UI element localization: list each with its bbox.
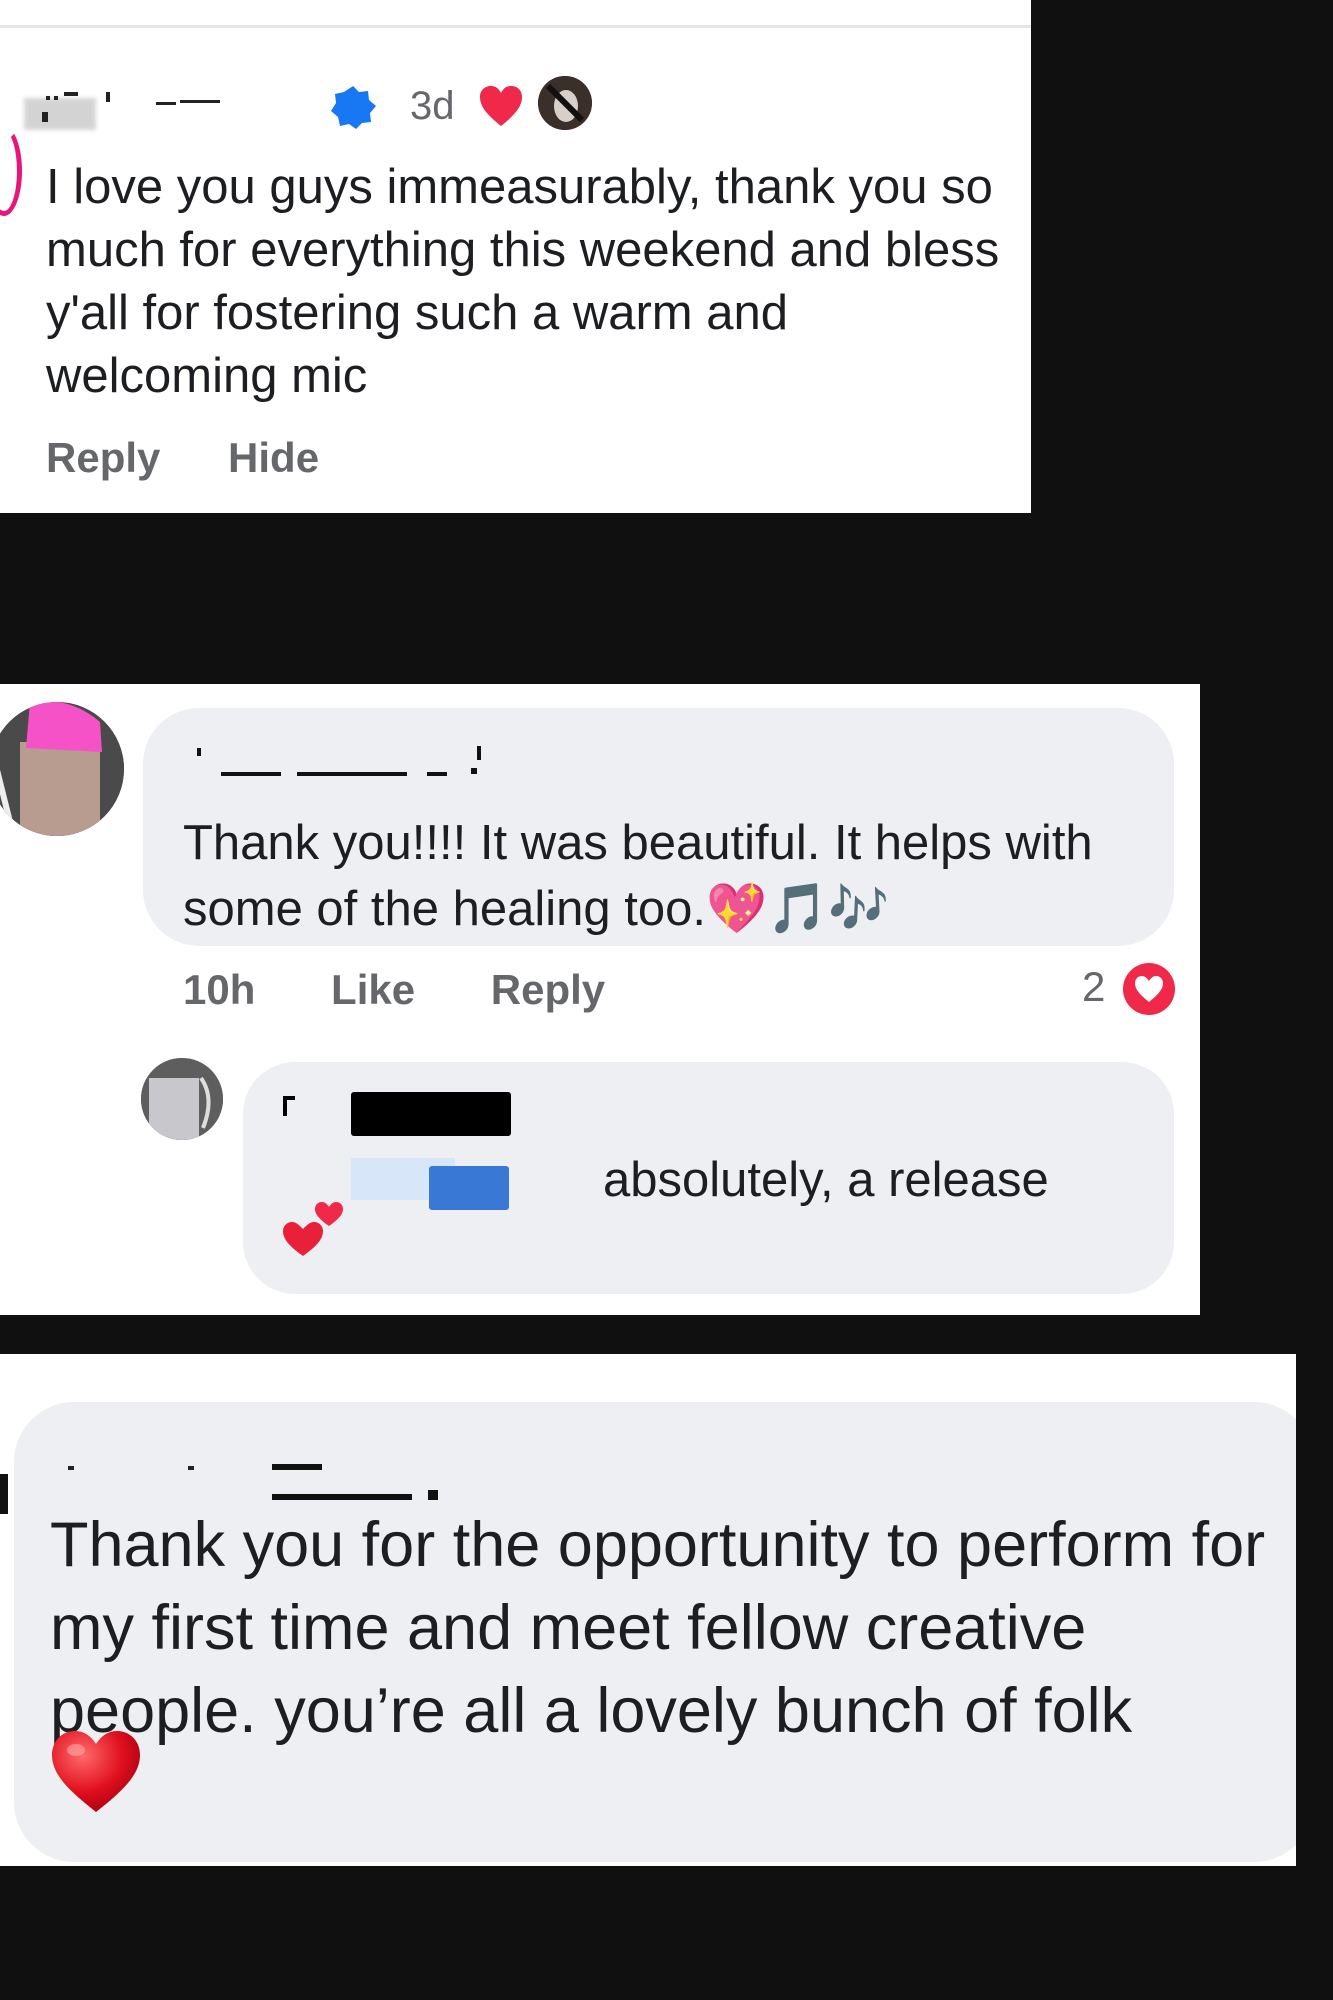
red-heart-emoji-icon [52, 1731, 140, 1812]
redacted-reply-name [351, 1092, 511, 1136]
avatar-edge [0, 126, 22, 216]
reaction-count[interactable]: 2 [1082, 962, 1105, 1012]
comment-text: Thank you!!!! It was beautiful. It helps… [183, 816, 1093, 936]
reply-author-avatar[interactable] [141, 1058, 223, 1140]
like-button[interactable]: Like [331, 966, 415, 1013]
comment-actions: Reply Hide [46, 434, 375, 482]
verified-badge-icon [331, 86, 376, 129]
redacted-mention[interactable] [429, 1166, 509, 1210]
commenter-avatar[interactable] [0, 702, 124, 836]
reply-button[interactable]: Reply [46, 434, 160, 481]
redacted-commenter-name [68, 1464, 438, 1500]
reply-button[interactable]: Reply [491, 966, 605, 1013]
redacted-commenter-name [197, 746, 481, 776]
redacted-commenter-name [42, 92, 220, 122]
author-avatar[interactable] [538, 76, 592, 130]
comment-bubble: Thank you!!!! It was beautiful. It helps… [143, 708, 1174, 946]
comment-timestamp: 3d [410, 84, 455, 128]
reply-text: absolutely, a release [603, 1153, 1049, 1207]
love-reaction-icon[interactable] [1122, 962, 1176, 1016]
reply-bubble: absolutely, a release [243, 1062, 1174, 1294]
avatar-edge [0, 1474, 8, 1514]
two-hearts-icon [283, 1202, 343, 1256]
divider [0, 0, 1031, 28]
comment-actions: 10h Like Reply [183, 966, 669, 1014]
comment-panel-3: Thank you for the opportunity to perform… [0, 1354, 1296, 1866]
heart-icon [480, 86, 522, 126]
redaction-mark [283, 1096, 295, 1100]
comment-text: Thank you for the opportunity to perform… [50, 1510, 1266, 1746]
comment-panel-1: 3d I love you guys immeasurably, thank y… [0, 0, 1031, 513]
comment-text: I love you guys immeasurably, thank you … [46, 160, 1000, 403]
comment-timestamp: 10h [183, 966, 256, 1013]
comment-panel-2: Thank you!!!! It was beautiful. It helps… [0, 684, 1200, 1315]
hide-button[interactable]: Hide [228, 434, 319, 481]
